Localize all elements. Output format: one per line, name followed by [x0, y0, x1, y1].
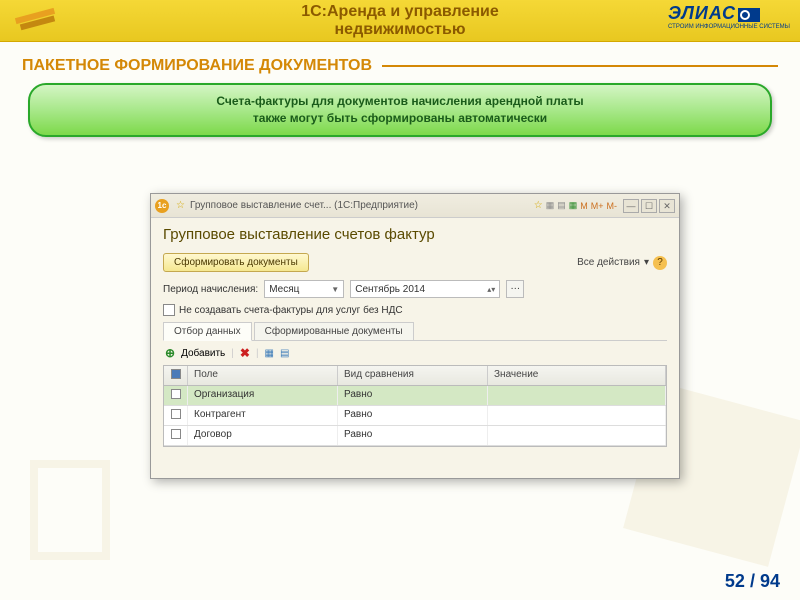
grid-cell-field[interactable]: Контрагент: [188, 406, 338, 425]
callout-line1: Счета-фактуры для документов начисления …: [60, 93, 740, 110]
tab-filter[interactable]: Отбор данных: [163, 322, 252, 341]
callout-line2: также могут быть сформированы автоматиче…: [60, 110, 740, 127]
grid-row[interactable]: Договор Равно: [164, 426, 666, 446]
form-toolbar: Сформировать документы Все действия ▾ ?: [163, 253, 667, 272]
row-checkbox[interactable]: [171, 429, 181, 439]
grid-header-value[interactable]: Значение: [488, 366, 666, 385]
top-banner: 1С:Аренда и управление недвижимостью ЭЛИ…: [0, 0, 800, 42]
add-button-label[interactable]: Добавить: [181, 348, 225, 359]
section-divider: [382, 65, 778, 67]
add-icon[interactable]: ⊕: [165, 346, 175, 360]
row-checkbox[interactable]: [171, 389, 181, 399]
tool-icon-a[interactable]: ▦: [265, 348, 274, 359]
tab-generated[interactable]: Сформированные документы: [254, 322, 414, 341]
stepper-icon: ▴▾: [487, 285, 495, 294]
banner-title: 1С:Аренда и управление недвижимостью: [301, 3, 499, 38]
generate-documents-button[interactable]: Сформировать документы: [163, 253, 309, 272]
chevron-down-icon: ▼: [331, 285, 339, 294]
dropdown-icon: ▾: [644, 257, 649, 268]
window-body: Групповое выставление счетов фактур Сфор…: [151, 218, 679, 455]
tool-icon-4[interactable]: M: [580, 201, 588, 211]
grid-cell-cmp[interactable]: Равно: [338, 426, 488, 445]
novat-checkbox-row[interactable]: Не создавать счета-фактуры для услуг без…: [163, 304, 667, 316]
app-icon: 1c: [155, 199, 169, 213]
grid-cell-field[interactable]: Организация: [188, 386, 338, 405]
delete-icon[interactable]: ✖: [240, 346, 250, 360]
section-title: ПАКЕТНОЕ ФОРМИРОВАНИЕ ДОКУМЕНТОВ: [22, 57, 372, 75]
minimize-button[interactable]: —: [623, 199, 639, 213]
period-type-value: Месяц: [269, 284, 299, 295]
period-value-combo[interactable]: Сентябрь 2014 ▴▾: [350, 280, 500, 298]
window-title: Групповое выставление счет... (1С:Предпр…: [190, 200, 531, 211]
help-icon[interactable]: ?: [653, 256, 667, 270]
grid-header-field[interactable]: Поле: [188, 366, 338, 385]
all-actions-menu[interactable]: Все действия ▾ ?: [577, 256, 667, 270]
logo-left: [10, 5, 70, 35]
favorite-icon[interactable]: ☆: [176, 200, 185, 211]
checkbox-icon[interactable]: [163, 304, 175, 316]
grid-row[interactable]: Организация Равно: [164, 386, 666, 406]
tool-icon-1[interactable]: ▦: [546, 200, 555, 211]
page-counter: 52 / 94: [725, 571, 780, 592]
titlebar-tools: ▦ ▤ ▦ M M+ M-: [546, 200, 617, 211]
page-sep: /: [745, 571, 760, 591]
star-icon[interactable]: ☆: [534, 200, 543, 211]
period-type-combo[interactable]: Месяц ▼: [264, 280, 344, 298]
callout-box: Счета-фактуры для документов начисления …: [28, 83, 772, 137]
period-label: Период начисления:: [163, 284, 258, 295]
grid-cell-val[interactable]: [488, 406, 666, 425]
row-checkbox[interactable]: [171, 409, 181, 419]
logo-text: ЭЛИАС: [668, 3, 736, 23]
banner-title-line1: 1С:Аренда и управление: [301, 3, 499, 21]
period-value: Сентябрь 2014: [355, 284, 425, 295]
period-row: Период начисления: Месяц ▼ Сентябрь 2014…: [163, 280, 667, 298]
grid-cell-cmp[interactable]: Равно: [338, 406, 488, 425]
tool-icon-2[interactable]: ▤: [557, 200, 566, 211]
checkbox-label: Не создавать счета-фактуры для услуг без…: [179, 305, 403, 316]
maximize-button[interactable]: ☐: [641, 199, 657, 213]
page-current: 52: [725, 571, 745, 591]
grid-toolbar: ⊕ Добавить | ✖ | ▦ ▤: [163, 341, 667, 365]
all-actions-label: Все действия: [577, 257, 640, 268]
filter-grid: Поле Вид сравнения Значение Организация …: [163, 365, 667, 447]
section-header: ПАКЕТНОЕ ФОРМИРОВАНИЕ ДОКУМЕНТОВ: [22, 57, 778, 75]
logo-right: ЭЛИАС СТРОИМ ИНФОРМАЦИОННЫЕ СИСТЕМЫ: [668, 3, 790, 30]
grid-cell-val[interactable]: [488, 386, 666, 405]
grid-header-comparison[interactable]: Вид сравнения: [338, 366, 488, 385]
page-total: 94: [760, 571, 780, 591]
grid-cell-val[interactable]: [488, 426, 666, 445]
tabs: Отбор данных Сформированные документы: [163, 322, 667, 341]
grid-header-checkbox[interactable]: [164, 366, 188, 385]
logo-subtitle: СТРОИМ ИНФОРМАЦИОННЫЕ СИСТЕМЫ: [668, 24, 790, 30]
grid-cell-cmp[interactable]: Равно: [338, 386, 488, 405]
grid-row[interactable]: Контрагент Равно: [164, 406, 666, 426]
decoration: [30, 460, 110, 560]
grid-cell-field[interactable]: Договор: [188, 426, 338, 445]
form-title: Групповое выставление счетов фактур: [163, 226, 667, 243]
app-window: 1c ☆ Групповое выставление счет... (1С:П…: [150, 193, 680, 479]
tool-icon-3[interactable]: ▦: [569, 200, 578, 211]
tool-icon-b[interactable]: ▤: [280, 348, 289, 359]
banner-title-line2: недвижимостью: [301, 21, 499, 39]
close-button[interactable]: ✕: [659, 199, 675, 213]
grid-header: Поле Вид сравнения Значение: [164, 366, 666, 386]
date-picker-button[interactable]: …: [506, 280, 524, 298]
tool-icon-6[interactable]: M-: [607, 201, 618, 211]
window-titlebar: 1c ☆ Групповое выставление счет... (1С:П…: [151, 194, 679, 218]
tool-icon-5[interactable]: M+: [591, 201, 604, 211]
